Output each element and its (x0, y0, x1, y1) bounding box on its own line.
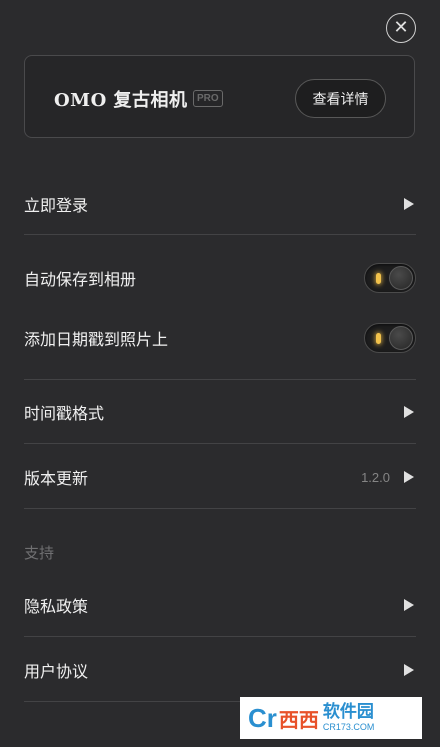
divider (24, 508, 416, 509)
login-row[interactable]: 立即登录 (24, 190, 416, 218)
add-date-label: 添加日期戳到照片上 (24, 330, 169, 349)
version-update-label: 版本更新 (24, 469, 89, 488)
view-details-button[interactable]: 查看详情 (295, 79, 386, 118)
add-date-toggle[interactable] (364, 323, 416, 353)
timestamp-format-label: 时间戳格式 (24, 404, 105, 423)
watermark-url: CR173.COM (322, 722, 375, 732)
auto-save-toggle[interactable] (364, 263, 416, 293)
toggle-on-indicator (376, 333, 381, 344)
user-agreement-row[interactable]: 用户协议 (24, 656, 416, 684)
auto-save-row: 自动保存到相册 (24, 262, 416, 294)
toggle-knob (389, 266, 413, 290)
pro-upgrade-card: OMO 复古相机 PRO 查看详情 (24, 55, 415, 138)
version-number: 1.2.0 (361, 469, 390, 485)
brand-title: OMO 复古相机 (54, 90, 188, 111)
close-button[interactable]: ✕ (386, 13, 416, 43)
version-update-row[interactable]: 版本更新 1.2.0 (24, 463, 416, 491)
divider (24, 443, 416, 444)
watermark-mark: Cr (248, 702, 277, 733)
support-section-title: 支持 (24, 544, 55, 562)
privacy-policy-label: 隐私政策 (24, 597, 89, 616)
user-agreement-label: 用户协议 (24, 662, 89, 681)
divider (24, 636, 416, 637)
chevron-right-icon (404, 599, 414, 611)
chevron-right-icon (404, 406, 414, 418)
auto-save-label: 自动保存到相册 (24, 270, 137, 289)
divider (24, 234, 416, 235)
chevron-right-icon (404, 664, 414, 676)
divider (24, 379, 416, 380)
login-label: 立即登录 (24, 196, 89, 215)
watermark-mid: 西西 (278, 707, 319, 732)
close-icon: ✕ (393, 17, 409, 38)
toggle-knob (389, 326, 413, 350)
watermark-logo: Cr 西西 软件园 CR173.COM (240, 697, 422, 739)
toggle-on-indicator (376, 273, 381, 284)
pro-badge: PRO (193, 90, 223, 107)
add-date-row: 添加日期戳到照片上 (24, 322, 416, 354)
privacy-policy-row[interactable]: 隐私政策 (24, 591, 416, 619)
timestamp-format-row[interactable]: 时间戳格式 (24, 398, 416, 426)
watermark-name: 软件园 (322, 702, 374, 722)
chevron-right-icon (404, 198, 414, 210)
chevron-right-icon (404, 471, 414, 483)
